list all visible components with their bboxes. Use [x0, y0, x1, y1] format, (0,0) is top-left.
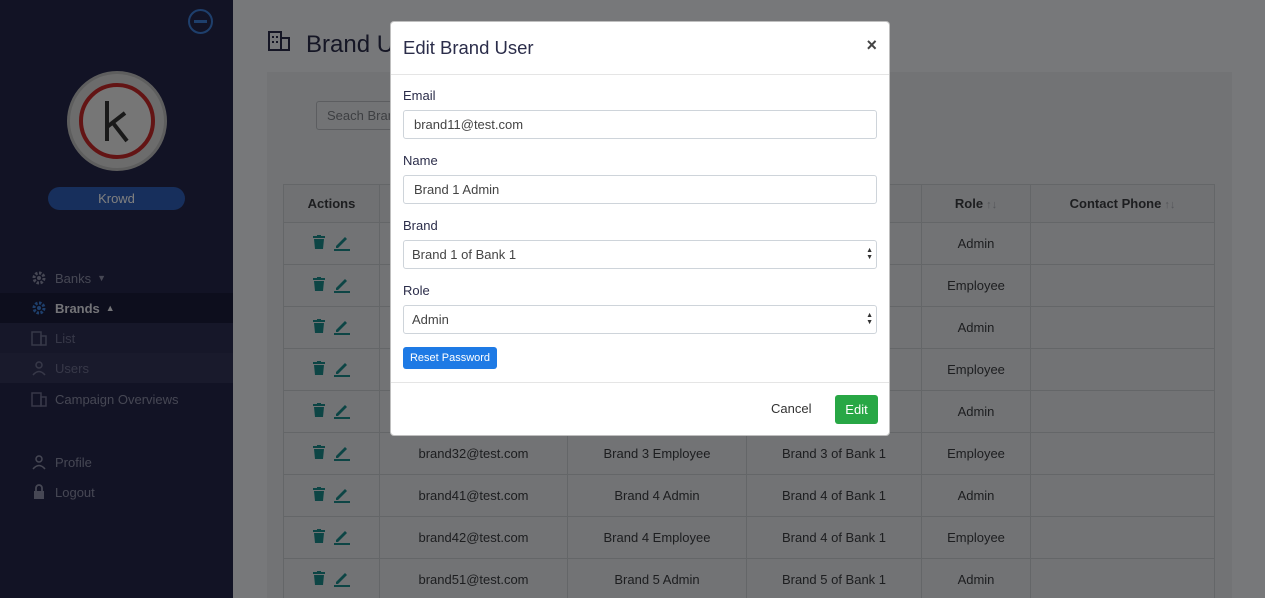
edit-brand-user-modal: Edit Brand User × Email brand11@test.com… [390, 21, 890, 436]
select-arrows-icon: ▲ ▼ [866, 312, 873, 326]
cancel-button[interactable]: Cancel [771, 401, 811, 416]
reset-password-button[interactable]: Reset Password [403, 347, 497, 369]
email-label: Email [403, 88, 436, 103]
brand-label: Brand [403, 218, 438, 233]
name-field[interactable]: Brand 1 Admin [403, 175, 877, 204]
role-label: Role [403, 283, 430, 298]
modal-footer: Cancel Edit [391, 382, 889, 436]
select-arrows-icon: ▲ ▼ [866, 247, 873, 261]
email-field[interactable]: brand11@test.com [403, 110, 877, 139]
brand-select-value: Brand 1 of Bank 1 [412, 247, 517, 262]
role-select-value: Admin [412, 312, 449, 327]
brand-select[interactable]: Brand 1 of Bank 1 ▲ ▼ [403, 240, 877, 269]
modal-title: Edit Brand User [403, 37, 534, 58]
close-icon[interactable]: × [866, 35, 877, 56]
role-select[interactable]: Admin ▲ ▼ [403, 305, 877, 334]
edit-button[interactable]: Edit [835, 395, 878, 424]
name-label: Name [403, 153, 438, 168]
modal-header: Edit Brand User × [391, 22, 889, 75]
